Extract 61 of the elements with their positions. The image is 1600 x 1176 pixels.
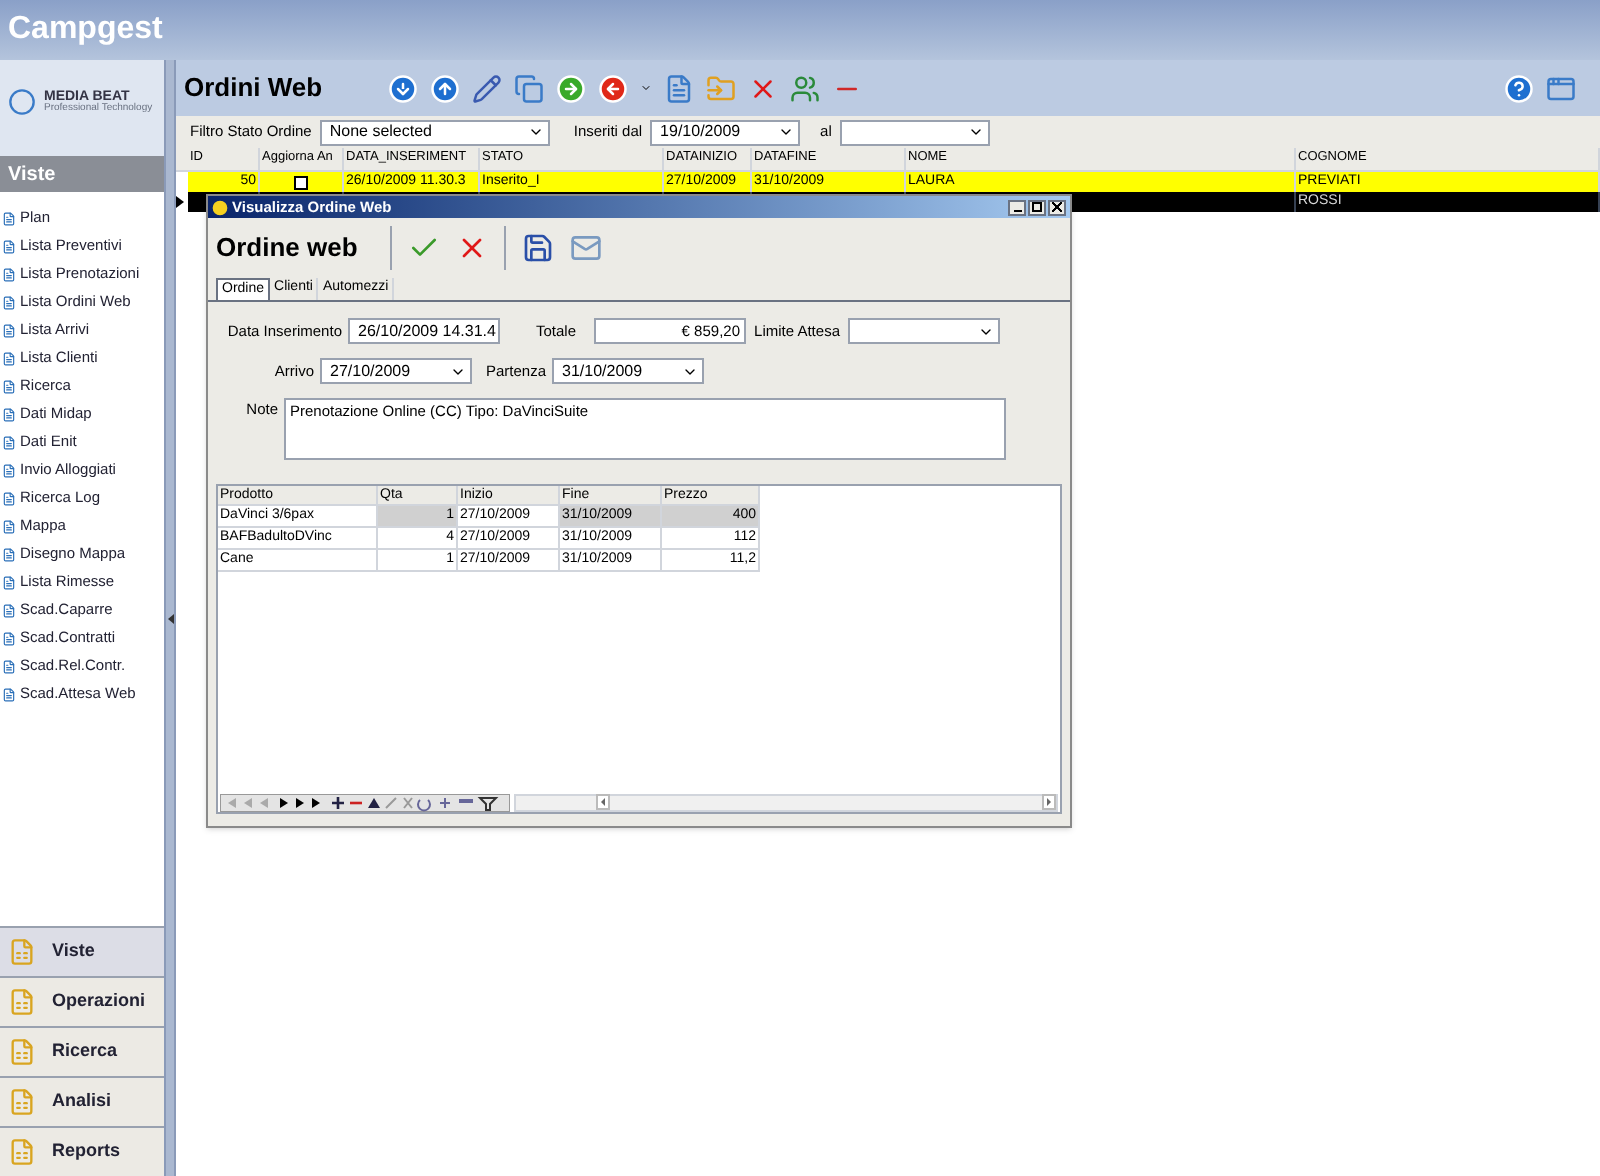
collapse-arrow-icon[interactable] — [167, 613, 173, 623]
list-icon — [2, 463, 16, 477]
list-icon — [2, 687, 16, 701]
copy-icon[interactable] — [514, 73, 544, 103]
dialog-heading: Ordine web — [216, 230, 358, 267]
list-icon — [2, 575, 16, 589]
arrow-right-icon[interactable] — [556, 73, 586, 103]
sidebar-header: Viste — [0, 156, 164, 192]
to-date-select[interactable] — [839, 119, 990, 145]
list-icon — [2, 519, 16, 533]
app-title: Campgest — [8, 10, 163, 50]
caret-icon — [527, 124, 544, 140]
page-title: Ordini Web — [184, 70, 325, 107]
list-icon — [2, 631, 16, 645]
scroll-left-icon[interactable] — [596, 794, 610, 810]
list-icon — [2, 491, 16, 505]
window-icon[interactable] — [1546, 73, 1576, 103]
navigator-bar-drawing[interactable] — [220, 793, 510, 811]
status-filter-select[interactable]: None selected — [319, 119, 550, 145]
list-icon — [2, 379, 16, 393]
nav-section-button[interactable]: Operazioni — [0, 976, 164, 1026]
caret-icon — [967, 124, 984, 140]
list-icon — [2, 603, 16, 617]
list-icon — [2, 547, 16, 561]
from-date-select[interactable]: 19/10/2009 — [650, 119, 801, 145]
list-icon — [2, 435, 16, 449]
list-icon — [2, 659, 16, 673]
arrow-up-icon[interactable] — [430, 73, 460, 103]
list-icon — [2, 351, 16, 365]
horizontal-scrollbar[interactable] — [514, 793, 1058, 811]
app-icon — [212, 199, 228, 215]
document-icon[interactable] — [664, 73, 694, 103]
users-icon[interactable] — [790, 73, 820, 103]
scroll-right-icon[interactable] — [1042, 794, 1056, 810]
arrow-left-icon[interactable] — [598, 73, 628, 103]
list-icon — [2, 323, 16, 337]
save-icon[interactable] — [521, 232, 554, 264]
arrow-down-icon[interactable] — [388, 73, 418, 103]
nav-section-button[interactable]: Reports — [0, 1126, 164, 1176]
limit-field[interactable] — [848, 318, 1000, 344]
date-field[interactable]: 26/10/2009 14.31.4 — [348, 318, 500, 344]
caret-icon[interactable] — [640, 82, 652, 94]
maximize-icon[interactable] — [1028, 199, 1046, 215]
departure-date-field[interactable]: 31/10/2009 — [552, 358, 704, 384]
checkbox[interactable] — [294, 175, 308, 189]
list-icon — [2, 267, 16, 281]
list-icon — [2, 239, 16, 253]
nav-section-button[interactable]: Ricerca — [0, 1026, 164, 1076]
nav-section-button[interactable]: Viste — [0, 926, 164, 976]
list-icon — [2, 407, 16, 421]
list-icon — [2, 295, 16, 309]
envelope-icon[interactable] — [569, 232, 602, 264]
close-icon[interactable] — [1048, 199, 1066, 215]
caret-icon — [778, 124, 795, 140]
help-icon[interactable] — [1504, 73, 1534, 103]
logo-icon — [8, 88, 36, 116]
minimize-icon[interactable] — [1008, 199, 1026, 215]
arrival-date-field[interactable]: 27/10/2009 — [320, 358, 472, 384]
nav-section-button[interactable]: Analisi — [0, 1076, 164, 1126]
list-icon — [2, 211, 16, 225]
pencil-icon[interactable] — [472, 73, 502, 103]
